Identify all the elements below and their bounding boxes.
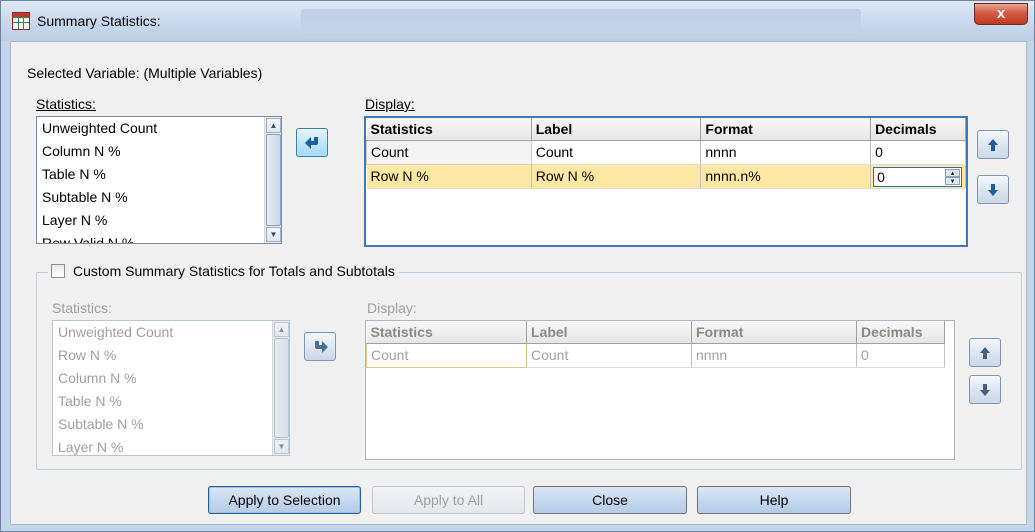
arrow-up-icon [980, 347, 990, 359]
table-cell[interactable]: 0 [856, 343, 945, 368]
table-row[interactable]: Count Count nnnn 0 [366, 139, 966, 165]
list-item[interactable]: Subtable N % [37, 186, 281, 209]
column-header[interactable]: Statistics [366, 321, 527, 344]
arrow-right-icon [315, 341, 328, 353]
close-icon: x [996, 5, 1006, 22]
custom-move-down-button[interactable] [969, 375, 1001, 404]
display-table: Statistics Label Format Decimals Count Count n… [366, 118, 966, 189]
statistics-label: Statistics: [36, 96, 96, 112]
apply-to-selection-button[interactable]: Apply to Selection [208, 486, 361, 514]
custom-display-grid[interactable]: Statistics Label Format Decimals Count Count n… [365, 320, 955, 460]
list-item[interactable]: Unweighted Count [53, 321, 289, 344]
apply-to-all-button[interactable]: Apply to All [372, 486, 525, 514]
arrow-down-icon [988, 184, 998, 196]
custom-move-up-button[interactable] [969, 338, 1001, 367]
scroll-thumb[interactable] [274, 338, 289, 438]
scroll-thumb[interactable] [266, 134, 281, 226]
column-header[interactable]: Label [531, 118, 702, 141]
window-title: Summary Statistics: [37, 13, 161, 29]
scroll-down-icon[interactable]: ▼ [266, 227, 281, 242]
close-button[interactable]: Close [533, 486, 687, 514]
summary-statistics-dialog: Summary Statistics: x Selected Variable:… [0, 0, 1035, 532]
custom-statistics-listbox[interactable]: Unweighted Count Row N % Column N % Table N… [52, 320, 290, 456]
table-app-icon [12, 12, 30, 30]
list-item[interactable]: Layer N % [53, 436, 289, 455]
table-row[interactable]: Count Count nnnn 0 [366, 342, 945, 368]
display-label: Display: [365, 96, 415, 112]
table-cell[interactable]: 0 [870, 140, 966, 165]
table-cell[interactable]: Count [531, 140, 702, 165]
custom-statistics-checkbox[interactable] [51, 264, 65, 278]
table-cell[interactable]: Count [526, 343, 692, 368]
list-item[interactable]: Column N % [37, 140, 281, 163]
move-up-button[interactable] [977, 130, 1009, 159]
scroll-down-icon[interactable]: ▼ [274, 439, 289, 454]
list-item[interactable]: Subtable N % [53, 413, 289, 436]
custom-statistics-scrollbar[interactable]: ▲ ▼ [272, 321, 289, 455]
column-header[interactable]: Statistics [366, 118, 532, 141]
move-down-button[interactable] [977, 175, 1009, 204]
scroll-up-icon[interactable]: ▲ [266, 118, 281, 133]
arrow-up-icon [988, 139, 998, 151]
list-item[interactable]: Column N % [53, 367, 289, 390]
statistics-listbox[interactable]: Unweighted Count Column N % Table N % Subta… [36, 116, 282, 244]
list-item[interactable]: Unweighted Count [37, 117, 281, 140]
close-window-button[interactable]: x [974, 3, 1028, 25]
table-cell[interactable]: nnnn.n% [700, 164, 872, 189]
list-item[interactable]: Row N % [53, 344, 289, 367]
spin-down-icon[interactable]: ▼ [945, 176, 961, 185]
table-row[interactable]: Row N % Row N % nnnn.n% 0 ▲ ▼ [366, 164, 966, 189]
column-header[interactable]: Decimals [870, 118, 966, 141]
table-cell[interactable]: Row N % [531, 164, 702, 189]
spinner-arrows[interactable]: ▲ ▼ [945, 168, 961, 185]
table-cell[interactable]: Count [366, 139, 532, 165]
display-grid[interactable]: Statistics Label Format Decimals Count Count n… [364, 116, 968, 247]
column-header[interactable]: Decimals [856, 321, 945, 344]
custom-display-label: Display: [367, 300, 417, 316]
column-header[interactable]: Format [691, 321, 857, 344]
list-item[interactable]: Table N % [37, 163, 281, 186]
column-header[interactable]: Format [700, 118, 872, 141]
custom-move-to-display-button[interactable] [304, 332, 336, 361]
custom-statistics-list-label: Statistics: [52, 300, 112, 316]
table-header-row: Statistics Label Format Decimals [366, 118, 966, 141]
custom-display-table: Statistics Label Format Decimals Count Count n… [366, 321, 945, 368]
table-cell[interactable]: nnnn [700, 140, 872, 165]
table-cell[interactable]: Count [366, 342, 527, 368]
custom-statistics-toggle[interactable]: Custom Summary Statistics for Totals and… [48, 261, 399, 281]
title-bar: Summary Statistics: x [1, 1, 1034, 41]
column-header[interactable]: Label [526, 321, 692, 344]
move-to-display-button[interactable] [296, 128, 328, 157]
list-item[interactable]: Table N % [53, 390, 289, 413]
table-cell[interactable]: Row N % [366, 164, 532, 189]
arrow-down-icon [980, 384, 990, 396]
scroll-up-icon[interactable]: ▲ [274, 322, 289, 337]
table-cell[interactable]: 0 ▲ ▼ [870, 164, 966, 189]
table-cell[interactable]: nnnn [691, 343, 857, 368]
spin-up-icon[interactable]: ▲ [945, 168, 961, 177]
arrow-left-icon [305, 137, 318, 149]
table-header-row: Statistics Label Format Decimals [366, 321, 945, 344]
help-button[interactable]: Help [697, 486, 851, 514]
list-item[interactable]: Row Valid N % [37, 232, 281, 243]
list-item[interactable]: Layer N % [37, 209, 281, 232]
custom-statistics-label: Custom Summary Statistics for Totals and… [73, 263, 395, 279]
dialog-body: Selected Variable: (Multiple Variables) … [10, 41, 1027, 525]
statistics-scrollbar[interactable]: ▲ ▼ [264, 117, 281, 243]
selected-variable-label: Selected Variable: (Multiple Variables) [27, 65, 263, 81]
decimals-spinner[interactable]: 0 ▲ ▼ [873, 166, 963, 187]
